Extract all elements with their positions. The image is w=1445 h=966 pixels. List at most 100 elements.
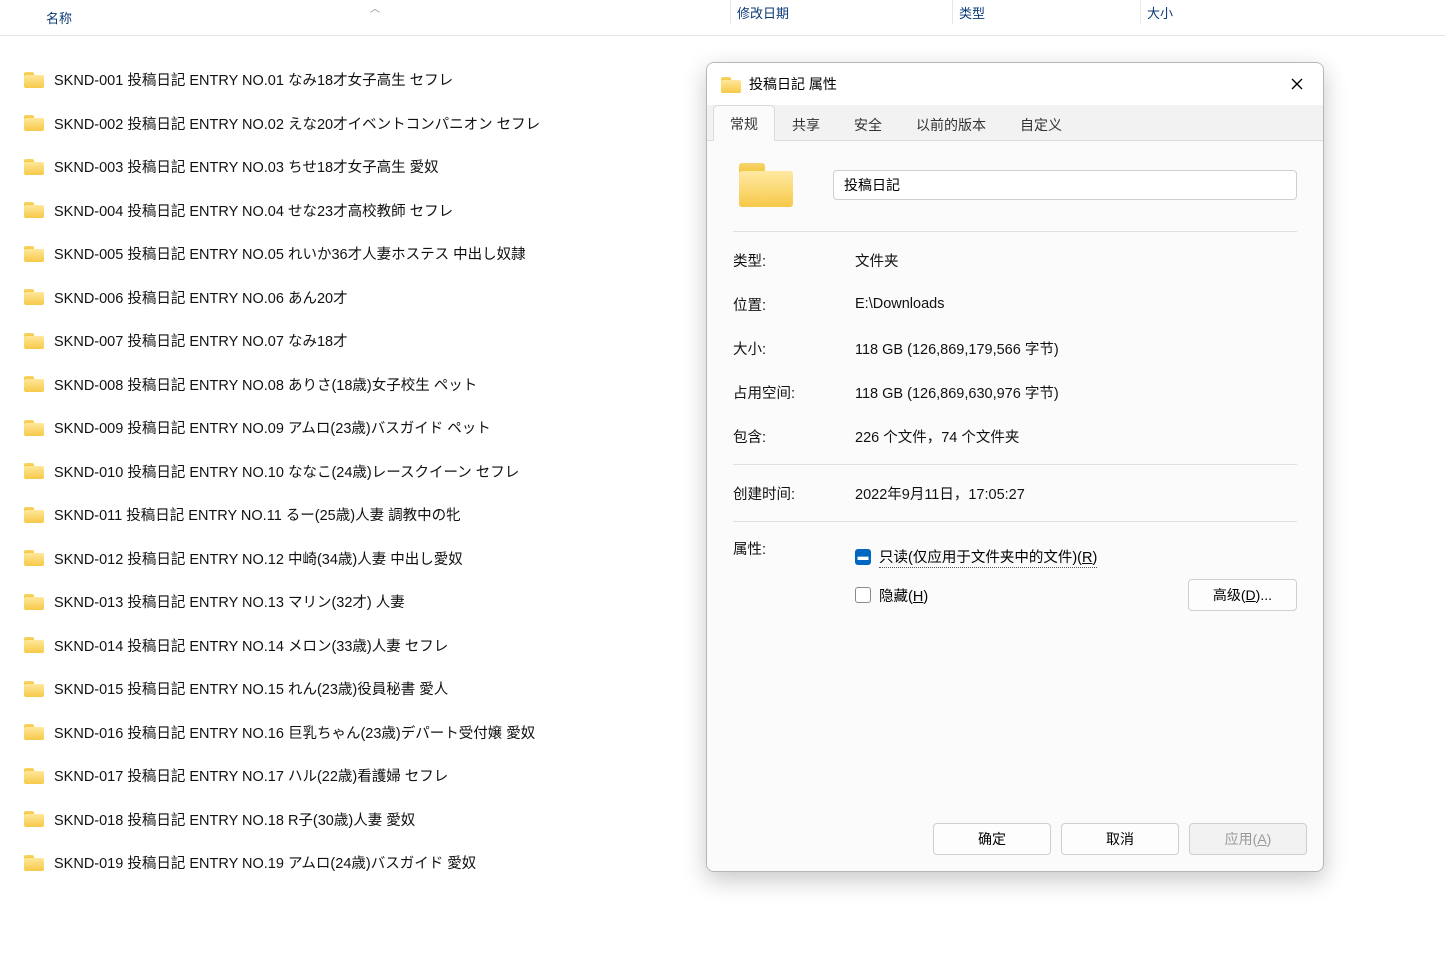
attributes-group: ▬ 只读(仅应用于文件夹中的文件)(R) 隐藏(H) 高级(D)... xyxy=(855,538,1297,614)
file-name: SKND-004 投稿日記 ENTRY NO.04 せな23才高校教師 セフレ xyxy=(54,200,453,221)
file-name: SKND-015 投稿日記 ENTRY NO.15 れん(23歳)役員秘書 愛人 xyxy=(54,678,448,699)
folder-icon xyxy=(24,246,44,262)
property-value: 文件夹 xyxy=(855,250,1297,271)
column-label: 名称 xyxy=(46,8,72,27)
folder-icon xyxy=(24,333,44,349)
folder-icon xyxy=(24,637,44,653)
column-header-type[interactable]: 类型 xyxy=(948,0,989,24)
divider xyxy=(733,231,1297,232)
column-headers: ︿ 名称 修改日期 类型 大小 xyxy=(0,0,1445,36)
folder-icon xyxy=(721,77,739,92)
apply-button[interactable]: 应用(A) xyxy=(1189,823,1307,855)
attribute-label: 只读(仅应用于文件夹中的文件)(R) xyxy=(879,546,1097,568)
column-label: 修改日期 xyxy=(737,3,789,22)
file-name: SKND-018 投稿日記 ENTRY NO.18 R子(30歳)人妻 愛奴 xyxy=(54,809,415,830)
sort-indicator-up-icon: ︿ xyxy=(370,0,380,15)
property-value: E:\Downloads xyxy=(855,296,1297,312)
file-name: SKND-014 投稿日記 ENTRY NO.14 メロン(33歳)人妻 セフレ xyxy=(54,635,448,656)
dialog-titlebar[interactable]: 投稿日記 属性 xyxy=(707,63,1323,105)
property-label: 占用空间: xyxy=(733,382,855,403)
folder-icon xyxy=(24,681,44,697)
column-header-date[interactable]: 修改日期 xyxy=(726,0,793,24)
folder-icon xyxy=(24,115,44,131)
checkbox-indeterminate-icon: ▬ xyxy=(855,549,871,565)
property-row-location: 位置: E:\Downloads xyxy=(733,282,1297,326)
folder-icon xyxy=(24,594,44,610)
dialog-title: 投稿日記 属性 xyxy=(749,74,1265,94)
property-label: 类型: xyxy=(733,250,855,271)
column-label: 大小 xyxy=(1147,3,1173,22)
tab-previous-versions[interactable]: 以前的版本 xyxy=(899,106,1003,141)
file-name: SKND-008 投稿日記 ENTRY NO.08 ありさ(18歳)女子校生 ペ… xyxy=(54,374,477,395)
file-name: SKND-005 投稿日記 ENTRY NO.05 れいか36才人妻ホステス 中… xyxy=(54,243,526,264)
property-label: 包含: xyxy=(733,426,855,447)
property-value: 2022年9月11日，17:05:27 xyxy=(855,483,1297,504)
folder-icon xyxy=(24,289,44,305)
column-divider xyxy=(1140,0,1141,24)
file-name: SKND-009 投稿日記 ENTRY NO.09 アムロ(23歳)バスガイド … xyxy=(54,417,491,438)
ok-button[interactable]: 确定 xyxy=(933,823,1051,855)
column-divider xyxy=(952,0,953,24)
tab-share[interactable]: 共享 xyxy=(775,106,837,141)
tab-general[interactable]: 常规 xyxy=(713,105,775,141)
property-label: 属性: xyxy=(733,538,855,559)
file-name: SKND-017 投稿日記 ENTRY NO.17 ハル(22歳)看護婦 セフレ xyxy=(54,765,448,786)
column-divider xyxy=(730,0,731,24)
dialog-body: 类型: 文件夹 位置: E:\Downloads 大小: 118 GB (126… xyxy=(707,141,1323,811)
tab-security[interactable]: 安全 xyxy=(837,106,899,141)
cancel-button[interactable]: 取消 xyxy=(1061,823,1179,855)
file-name: SKND-002 投稿日記 ENTRY NO.02 えな20才イベントコンパニオ… xyxy=(54,113,540,134)
folder-icon xyxy=(24,507,44,523)
close-icon xyxy=(1291,78,1303,90)
properties-dialog: 投稿日記 属性 常规 共享 安全 以前的版本 自定义 类型: 文件夹 位置: E… xyxy=(706,62,1324,872)
folder-icon xyxy=(24,72,44,88)
tab-custom[interactable]: 自定义 xyxy=(1003,106,1079,141)
folder-icon xyxy=(24,202,44,218)
property-row-size-on-disk: 占用空间: 118 GB (126,869,630,976 字节) xyxy=(733,370,1297,414)
file-name: SKND-016 投稿日記 ENTRY NO.16 巨乳ちゃん(23歳)デパート… xyxy=(54,722,535,743)
column-header-name[interactable]: 名称 xyxy=(46,0,716,35)
checkbox-empty-icon xyxy=(855,587,871,603)
property-row-created: 创建时间: 2022年9月11日，17:05:27 xyxy=(733,471,1297,515)
file-name: SKND-010 投稿日記 ENTRY NO.10 ななこ(24歳)レースクイー… xyxy=(54,461,519,482)
folder-icon xyxy=(24,724,44,740)
file-name: SKND-013 投稿日記 ENTRY NO.13 マリン(32才) 人妻 xyxy=(54,591,405,612)
attribute-hidden[interactable]: 隐藏(H) 高级(D)... xyxy=(855,576,1297,614)
folder-icon xyxy=(24,768,44,784)
file-name: SKND-011 投稿日記 ENTRY NO.11 るー(25歳)人妻 調教中の… xyxy=(54,504,461,525)
file-name: SKND-006 投稿日記 ENTRY NO.06 あん20才 xyxy=(54,287,348,308)
close-button[interactable] xyxy=(1275,63,1319,105)
folder-icon xyxy=(24,463,44,479)
file-name: SKND-003 投稿日記 ENTRY NO.03 ちせ18才女子高生 愛奴 xyxy=(54,156,439,177)
folder-big-icon xyxy=(739,163,793,207)
attribute-readonly[interactable]: ▬ 只读(仅应用于文件夹中的文件)(R) xyxy=(855,538,1297,576)
property-value: 226 个文件，74 个文件夹 xyxy=(855,426,1297,447)
column-header-size[interactable]: 大小 xyxy=(1136,0,1177,24)
folder-icon xyxy=(24,855,44,871)
divider xyxy=(733,464,1297,465)
property-row-size: 大小: 118 GB (126,869,179,566 字节) xyxy=(733,326,1297,370)
folder-icon xyxy=(24,550,44,566)
file-name: SKND-019 投稿日記 ENTRY NO.19 アムロ(24歳)バスガイド … xyxy=(54,852,476,873)
folder-name-row xyxy=(733,157,1297,225)
dialog-footer: 确定 取消 应用(A) xyxy=(707,811,1323,871)
property-row-type: 类型: 文件夹 xyxy=(733,238,1297,282)
property-label: 位置: xyxy=(733,294,855,315)
folder-name-input[interactable] xyxy=(833,170,1297,200)
property-label: 大小: xyxy=(733,338,855,359)
property-value: 118 GB (126,869,179,566 字节) xyxy=(855,338,1297,359)
folder-icon xyxy=(24,376,44,392)
file-name: SKND-012 投稿日記 ENTRY NO.12 中崎(34歳)人妻 中出し愛… xyxy=(54,548,463,569)
attribute-label: 隐藏(H) xyxy=(879,585,928,606)
file-name: SKND-001 投稿日記 ENTRY NO.01 なみ18才女子高生 セフレ xyxy=(54,69,453,90)
property-label: 创建时间: xyxy=(733,483,855,504)
column-label: 类型 xyxy=(959,3,985,22)
folder-icon xyxy=(24,811,44,827)
property-value: 118 GB (126,869,630,976 字节) xyxy=(855,382,1297,403)
dialog-tabs: 常规 共享 安全 以前的版本 自定义 xyxy=(707,105,1323,141)
property-row-attributes: 属性: ▬ 只读(仅应用于文件夹中的文件)(R) 隐藏(H) 高级(D)... xyxy=(733,528,1297,614)
divider xyxy=(733,521,1297,522)
folder-icon xyxy=(24,159,44,175)
file-name: SKND-007 投稿日記 ENTRY NO.07 なみ18才 xyxy=(54,330,348,351)
advanced-button[interactable]: 高级(D)... xyxy=(1188,579,1297,611)
